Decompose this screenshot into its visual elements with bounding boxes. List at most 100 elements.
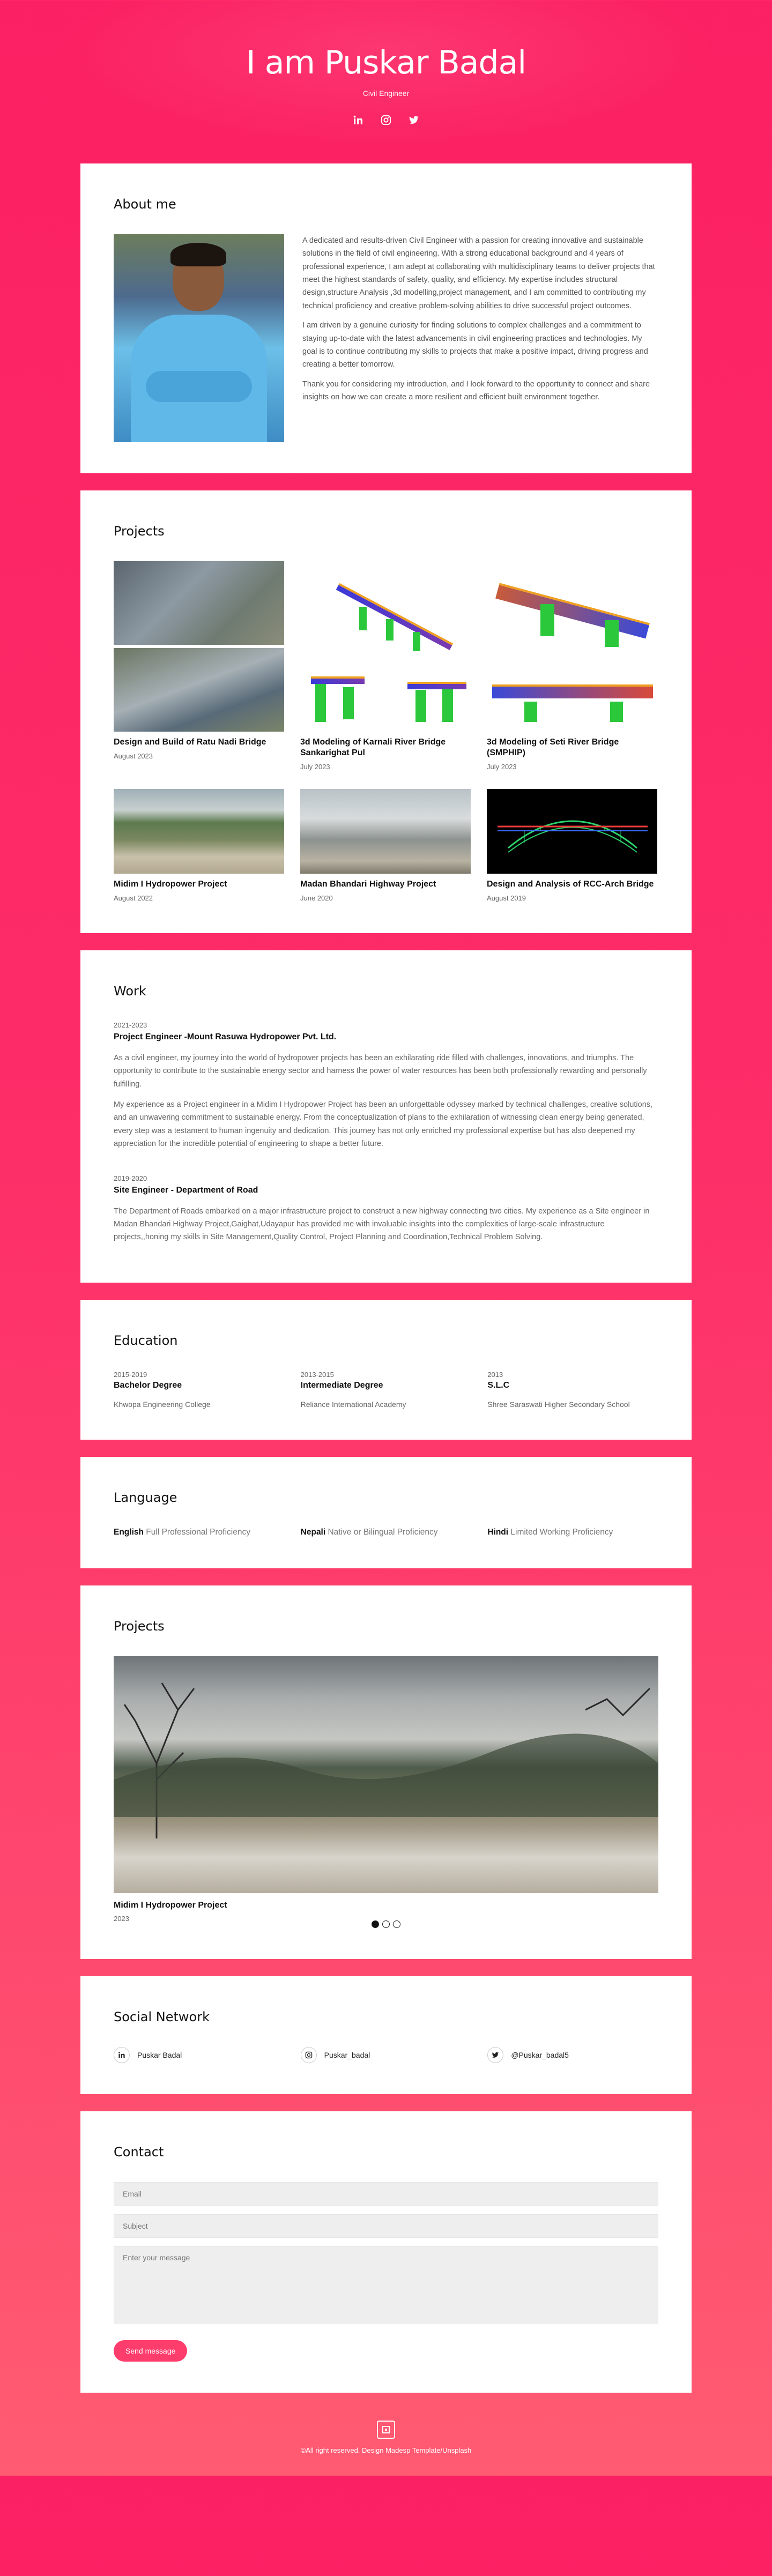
project-image bbox=[300, 561, 471, 732]
education-item: 2013-2015 Intermediate Degree Reliance I… bbox=[301, 1371, 472, 1409]
work-item: 2021-2023 Project Engineer -Mount Rasuwa… bbox=[114, 1021, 658, 1151]
project-card[interactable]: Midim I Hydropower Project August 2022 bbox=[114, 789, 284, 902]
project-date: August 2022 bbox=[114, 894, 153, 902]
about-paragraph: I am driven by a genuine curiosity for f… bbox=[302, 321, 648, 369]
project-card[interactable]: Design and Analysis of RCC-Arch Bridge A… bbox=[487, 789, 657, 902]
work-years: 2021-2023 bbox=[114, 1021, 147, 1029]
education-degree: S.L.C bbox=[487, 1380, 510, 1390]
education-school: Khwopa Engineering College bbox=[114, 1399, 211, 1409]
featured-projects-section: Projects Midim I Hydropower Project 2023 bbox=[80, 1585, 692, 1959]
language-level: Native or Bilingual Proficiency bbox=[328, 1527, 438, 1537]
work-paragraph: The Department of Roads embarked on a ma… bbox=[114, 1207, 650, 1242]
language-level: Full Professional Proficiency bbox=[146, 1527, 250, 1537]
work-section: Work 2021-2023 Project Engineer -Mount R… bbox=[80, 950, 692, 1283]
education-years: 2015-2019 bbox=[114, 1370, 147, 1379]
section-heading: Education bbox=[114, 1332, 178, 1348]
logo-icon bbox=[377, 2420, 395, 2439]
page-title: I am Puskar Badal bbox=[246, 44, 526, 81]
project-image bbox=[487, 789, 657, 874]
hero: I am Puskar Badal Civil Engineer bbox=[0, 0, 772, 163]
contact-section: Contact Send message bbox=[80, 2111, 692, 2393]
section-heading: Contact bbox=[114, 2144, 164, 2160]
project-image bbox=[487, 561, 657, 732]
work-title: Project Engineer -Mount Rasuwa Hydropowe… bbox=[114, 1032, 337, 1041]
language-name: Hindi bbox=[487, 1527, 509, 1537]
education-school: Shree Saraswati Higher Secondary School bbox=[487, 1399, 630, 1409]
education-item: 2015-2019 Bachelor Degree Khwopa Enginee… bbox=[114, 1371, 285, 1409]
language-item: Nepali Native or Bilingual Proficiency bbox=[301, 1528, 472, 1537]
instagram-icon[interactable] bbox=[380, 114, 392, 126]
footer: ©All right reserved. Design Madesp Templ… bbox=[0, 2410, 772, 2476]
project-card[interactable]: 3d Modeling of Karnali River Bridge Sank… bbox=[300, 561, 471, 771]
project-card[interactable]: 3d Modeling of Seti River Bridge (SMPHIP… bbox=[487, 561, 657, 771]
project-title: Design and Build of Ratu Nadi Bridge bbox=[114, 738, 266, 747]
project-image bbox=[114, 789, 284, 874]
project-card[interactable]: Design and Build of Ratu Nadi Bridge Aug… bbox=[114, 561, 284, 771]
project-date: August 2019 bbox=[487, 894, 526, 902]
work-title: Site Engineer - Department of Road bbox=[114, 1185, 258, 1195]
project-title: Madan Bhandari Highway Project bbox=[300, 880, 436, 889]
work-paragraph: My experience as a Project engineer in a… bbox=[114, 1100, 653, 1149]
about-paragraph: Thank you for considering my introductio… bbox=[302, 379, 650, 401]
carousel-dot[interactable] bbox=[382, 1920, 390, 1928]
carousel-title: Midim I Hydropower Project bbox=[114, 1900, 227, 1910]
carousel-dot[interactable] bbox=[393, 1920, 400, 1928]
projects-section: Projects Design and Build of Ratu Nadi B… bbox=[80, 490, 692, 933]
linkedin-icon[interactable] bbox=[352, 114, 365, 126]
message-field[interactable] bbox=[114, 2246, 658, 2324]
project-title: Design and Analysis of RCC-Arch Bridge bbox=[487, 880, 654, 889]
education-degree: Intermediate Degree bbox=[300, 1380, 383, 1390]
section-heading: About me bbox=[114, 197, 176, 212]
social-link-linkedin[interactable]: Puskar Badal bbox=[114, 2046, 285, 2063]
carousel-dot[interactable] bbox=[372, 1920, 379, 1928]
footer-text: ©All right reserved. Design Madesp Templ… bbox=[300, 2446, 472, 2454]
send-message-button[interactable]: Send message bbox=[114, 2340, 188, 2362]
social-label: @Puskar_badal5 bbox=[511, 2050, 569, 2059]
project-date: August 2023 bbox=[114, 752, 153, 760]
project-title: Midim I Hydropower Project bbox=[114, 880, 227, 889]
language-name: English bbox=[114, 1527, 144, 1537]
twitter-icon[interactable] bbox=[407, 114, 420, 126]
section-heading: Social Network bbox=[114, 2009, 210, 2024]
education-years: 2013 bbox=[487, 1370, 503, 1379]
profile-photo bbox=[114, 234, 284, 442]
project-date: July 2023 bbox=[487, 763, 517, 771]
social-label: Puskar Badal bbox=[137, 2050, 182, 2059]
project-date: July 2023 bbox=[300, 763, 330, 771]
education-years: 2013-2015 bbox=[300, 1370, 334, 1379]
project-image bbox=[300, 789, 471, 874]
social-link-twitter[interactable]: @Puskar_badal5 bbox=[487, 2046, 658, 2063]
education-item: 2013 S.L.C Shree Saraswati Higher Second… bbox=[487, 1371, 658, 1409]
education-section: Education 2015-2019 Bachelor Degree Khwo… bbox=[80, 1299, 692, 1440]
social-label: Puskar_badal bbox=[324, 2050, 370, 2059]
language-item: English Full Professional Proficiency bbox=[114, 1528, 285, 1537]
project-image bbox=[114, 561, 284, 732]
project-title: 3d Modeling of Karnali River Bridge Sank… bbox=[300, 738, 446, 757]
project-title: 3d Modeling of Seti River Bridge (SMPHIP… bbox=[487, 738, 619, 757]
section-heading: Projects bbox=[114, 1618, 165, 1634]
work-years: 2019-2020 bbox=[114, 1174, 147, 1182]
about-paragraph: A dedicated and results-driven Civil Eng… bbox=[302, 236, 655, 310]
carousel-image[interactable] bbox=[114, 1656, 658, 1893]
section-heading: Projects bbox=[114, 524, 165, 539]
social-section: Social Network Puskar Badal Puskar_badal… bbox=[80, 1976, 692, 2094]
work-paragraph: As a civil engineer, my journey into the… bbox=[114, 1054, 647, 1089]
language-level: Limited Working Proficiency bbox=[510, 1527, 613, 1537]
carousel-dots bbox=[114, 1920, 658, 1928]
page-subtitle: Civil Engineer bbox=[362, 89, 410, 98]
hero-social-links bbox=[0, 114, 772, 126]
work-item: 2019-2020 Site Engineer - Department of … bbox=[114, 1174, 658, 1244]
email-field[interactable] bbox=[114, 2182, 658, 2206]
linkedin-icon bbox=[114, 2046, 130, 2063]
project-card[interactable]: Madan Bhandari Highway Project June 2020 bbox=[300, 789, 471, 902]
twitter-icon bbox=[487, 2046, 504, 2063]
subject-field[interactable] bbox=[114, 2214, 658, 2238]
education-degree: Bachelor Degree bbox=[114, 1380, 182, 1390]
about-section: About me A dedicated and results-driven … bbox=[80, 163, 692, 473]
education-school: Reliance International Academy bbox=[300, 1399, 406, 1409]
section-heading: Language bbox=[114, 1490, 177, 1505]
project-date: June 2020 bbox=[300, 894, 333, 902]
instagram-icon bbox=[300, 2046, 317, 2063]
language-section: Language English Full Professional Profi… bbox=[80, 1456, 692, 1568]
social-link-instagram[interactable]: Puskar_badal bbox=[300, 2046, 472, 2063]
